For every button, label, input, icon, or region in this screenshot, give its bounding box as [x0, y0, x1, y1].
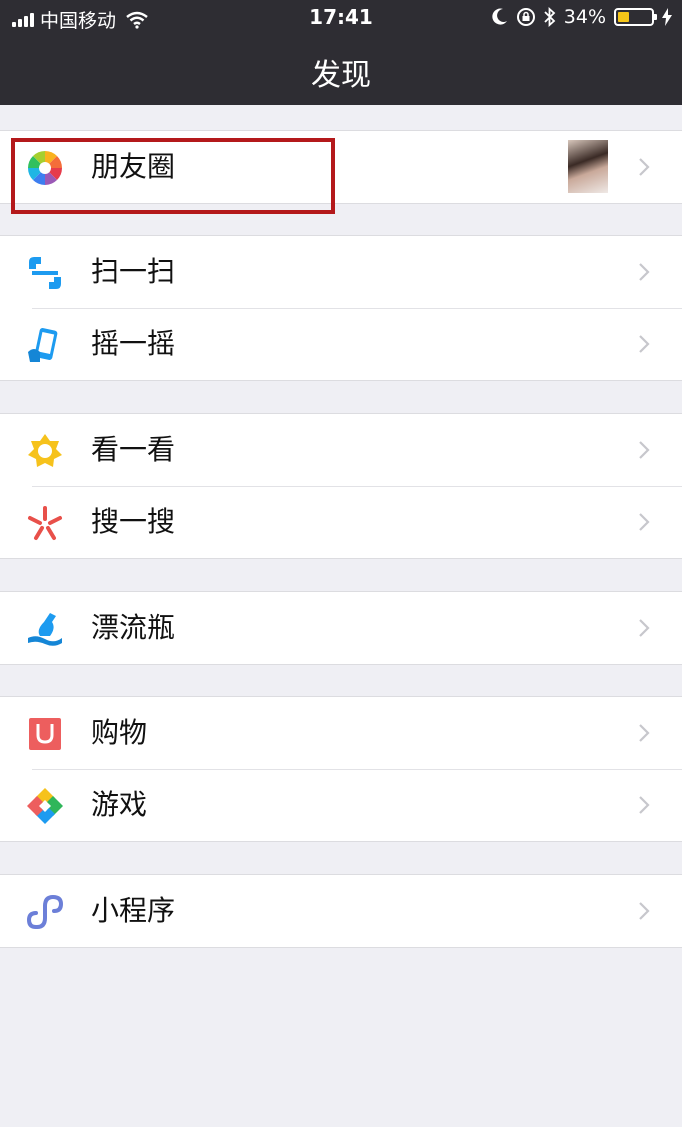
search-icon: [28, 506, 62, 540]
search-label: 搜一搜: [91, 505, 176, 538]
page-title: 发现: [311, 58, 371, 93]
list-item-shake[interactable]: 摇一摇: [0, 308, 682, 380]
chevron-right-icon: [639, 441, 650, 459]
charging-icon: [662, 8, 672, 26]
shopping-icon: [29, 718, 61, 750]
chevron-right-icon: [639, 724, 650, 742]
group-discover: 看一看 搜一搜: [0, 413, 682, 559]
top-stories-icon: [28, 434, 62, 467]
bluetooth-icon: [544, 7, 556, 27]
chevron-right-icon: [639, 796, 650, 814]
games-label: 游戏: [91, 788, 148, 821]
moon-icon: [492, 8, 507, 25]
drift-bottle-label: 漂流瓶: [91, 611, 176, 644]
list-item-scan[interactable]: 扫一扫: [0, 236, 682, 308]
chevron-right-icon: [639, 263, 650, 281]
battery-percent: 34%: [563, 6, 606, 28]
list-item-mini-programs[interactable]: 小程序: [0, 875, 682, 947]
group-mini-programs: 小程序: [0, 874, 682, 948]
shopping-label: 购物: [91, 716, 148, 749]
chevron-right-icon: [639, 619, 650, 637]
list-item-games[interactable]: 游戏: [0, 769, 682, 841]
games-icon: [27, 788, 63, 824]
top-bar: 中国移动 17:41 34% 发现: [0, 0, 682, 105]
group-drift-bottle: 漂流瓶: [0, 591, 682, 665]
chevron-right-icon: [639, 335, 650, 353]
battery-icon: [614, 8, 657, 26]
list-item-drift-bottle[interactable]: 漂流瓶: [0, 592, 682, 664]
group-shopping-games: 购物 游戏: [0, 696, 682, 842]
list-item-search[interactable]: 搜一搜: [0, 486, 682, 558]
moments-thumbnail: [568, 140, 608, 193]
scan-label: 扫一扫: [91, 255, 176, 288]
shake-label: 摇一摇: [91, 327, 176, 360]
highlight-box: [11, 138, 335, 214]
list-item-top-stories[interactable]: 看一看: [0, 414, 682, 486]
top-stories-label: 看一看: [91, 433, 176, 466]
chevron-right-icon: [639, 513, 650, 531]
chevron-right-icon: [639, 158, 650, 176]
mini-programs-label: 小程序: [91, 894, 176, 927]
mini-program-icon: [26, 894, 64, 929]
scan-icon: [29, 257, 61, 289]
list-item-shopping[interactable]: 购物: [0, 697, 682, 769]
chevron-right-icon: [639, 902, 650, 920]
status-bar: 中国移动 17:41 34%: [0, 0, 682, 36]
rotation-lock-icon: [516, 8, 535, 26]
group-scan-shake: 扫一扫 摇一摇: [0, 235, 682, 381]
drift-bottle-icon: [28, 613, 62, 646]
shake-icon: [28, 328, 58, 362]
